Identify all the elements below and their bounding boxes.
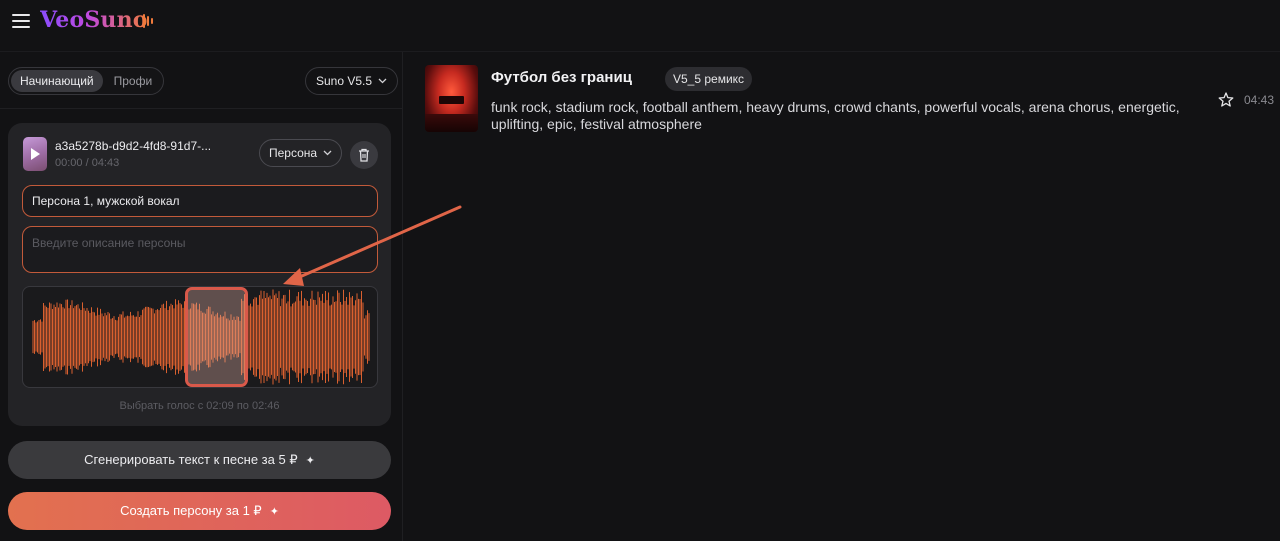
mode-option-beginner[interactable]: Начинающий: [11, 70, 103, 92]
generate-lyrics-button[interactable]: Сгенерировать текст к песне за 5 ₽ ✦: [8, 441, 391, 479]
model-select[interactable]: Suno V5.5: [305, 67, 399, 95]
mode-toggle: Начинающий Профи: [8, 67, 165, 95]
persona-card: a3a5278b-d9d2-4fd8-91d7-... 00:00 / 04:4…: [8, 123, 391, 426]
chevron-down-icon: [323, 150, 332, 156]
track-time: 00:00 / 04:43: [55, 157, 120, 169]
model-select-label: Suno V5.5: [316, 74, 373, 88]
sparkle-icon: ✦: [305, 454, 315, 467]
app-logo[interactable]: VeoSuno: [40, 7, 148, 33]
top-bar: VeoSuno: [0, 0, 1280, 42]
logo-equalizer-icon: [143, 13, 153, 29]
track-name: a3a5278b-d9d2-4fd8-91d7-...: [55, 139, 212, 153]
persona-description-field[interactable]: [22, 226, 378, 273]
hamburger-icon[interactable]: [12, 11, 32, 29]
song-version-badge: V5_5 ремикс: [665, 67, 753, 91]
persona-dropdown-button[interactable]: Персона: [259, 139, 343, 167]
delete-button[interactable]: [350, 141, 378, 169]
sparkle-icon: ✦: [269, 505, 279, 518]
song-duration: 04:43: [1244, 93, 1275, 107]
create-persona-button[interactable]: Создать персону за 1 ₽ ✦: [8, 492, 391, 530]
mode-option-pro[interactable]: Профи: [105, 70, 162, 92]
voice-selection-range[interactable]: [185, 287, 248, 387]
cover-crowd: [425, 114, 478, 132]
song-tags: funk rock, stadium rock, football anthem…: [491, 99, 1180, 132]
cover-banner: [439, 96, 464, 104]
song-cover-image[interactable]: [425, 65, 478, 132]
persona-name-field[interactable]: [22, 185, 378, 217]
chevron-down-icon: [378, 78, 387, 84]
create-persona-label: Создать персону за 1 ₽: [120, 503, 262, 518]
left-panel-divider: [0, 108, 403, 109]
star-icon[interactable]: [1217, 91, 1235, 109]
trash-icon: [359, 148, 369, 162]
song-title[interactable]: Футбол без границ: [491, 69, 632, 86]
generate-lyrics-label: Сгенерировать текст к песне за 5 ₽: [84, 452, 298, 467]
persona-dropdown-label: Персона: [269, 146, 318, 160]
waveform[interactable]: [22, 286, 378, 388]
voice-selection-caption: Выбрать голос с 02:09 по 02:46: [119, 400, 280, 412]
play-icon[interactable]: [23, 137, 47, 171]
